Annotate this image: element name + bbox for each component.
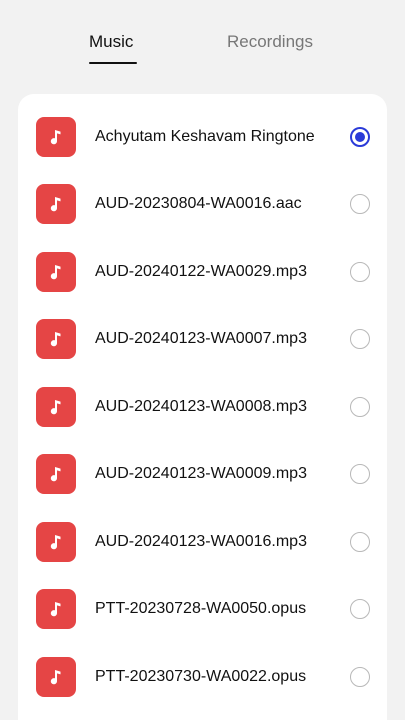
radio-button[interactable] — [350, 531, 370, 552]
radio-button[interactable] — [350, 464, 370, 485]
tab-bar: Music Recordings — [0, 0, 405, 80]
radio-button[interactable] — [350, 599, 370, 620]
radio-button[interactable] — [350, 666, 370, 687]
list-item[interactable]: PTT-20230730-WA0022.opus — [18, 643, 387, 711]
music-note-icon — [36, 521, 76, 562]
file-name: AUD-20240122-WA0029.mp3 — [95, 262, 307, 280]
file-name: Achyutam Keshavam Ringtone — [95, 127, 315, 145]
radio-button[interactable] — [350, 396, 370, 417]
file-name: AUD-20240123-WA0016.mp3 — [95, 532, 307, 550]
music-file-list: Achyutam Keshavam Ringtone AUD-20230804-… — [18, 94, 387, 720]
list-item[interactable]: AUD-20230804-WA0016.aac — [18, 171, 387, 239]
active-tab-indicator — [89, 62, 137, 64]
file-name: PTT-20230728-WA0050.opus — [95, 600, 307, 618]
radio-selected-dot — [355, 131, 365, 142]
list-item[interactable]: AUD-20240122-WA0029.mp3 — [18, 238, 387, 306]
list-item[interactable]: Achyutam Keshavam Ringtone — [18, 103, 387, 171]
file-name: AUD-20240123-WA0007.mp3 — [95, 330, 307, 348]
music-note-icon — [36, 116, 76, 157]
file-name: AUD-20240123-WA0009.mp3 — [95, 465, 307, 483]
tab-recordings[interactable]: Recordings — [227, 31, 313, 53]
file-name: PTT-20230730-WA0022.opus — [95, 667, 307, 685]
file-name: AUD-20240123-WA0008.mp3 — [95, 397, 307, 415]
list-item[interactable]: AUD-20240123-WA0016.mp3 — [18, 508, 387, 576]
music-note-icon — [36, 251, 76, 292]
music-note-icon — [36, 656, 76, 697]
radio-button[interactable] — [350, 126, 370, 147]
music-note-icon — [36, 589, 76, 630]
radio-button[interactable] — [350, 194, 370, 215]
list-item[interactable]: AUD-20240123-WA0008.mp3 — [18, 373, 387, 441]
tab-music[interactable]: Music — [89, 31, 133, 53]
file-name: AUD-20230804-WA0016.aac — [95, 195, 302, 213]
list-item[interactable]: AUD-20240123-WA0007.mp3 — [18, 306, 387, 374]
music-note-icon — [36, 319, 76, 360]
music-note-icon — [36, 386, 76, 427]
list-item[interactable]: PTT-20230728-WA0050.opus — [18, 576, 387, 644]
music-note-icon — [36, 184, 76, 225]
ringtone-picker-screen: Music Recordings Achyutam Keshavam Ringt… — [0, 0, 405, 720]
music-note-icon — [36, 454, 76, 495]
radio-button[interactable] — [350, 329, 370, 350]
radio-button[interactable] — [350, 261, 370, 282]
list-item[interactable]: AUD-20240123-WA0009.mp3 — [18, 441, 387, 509]
